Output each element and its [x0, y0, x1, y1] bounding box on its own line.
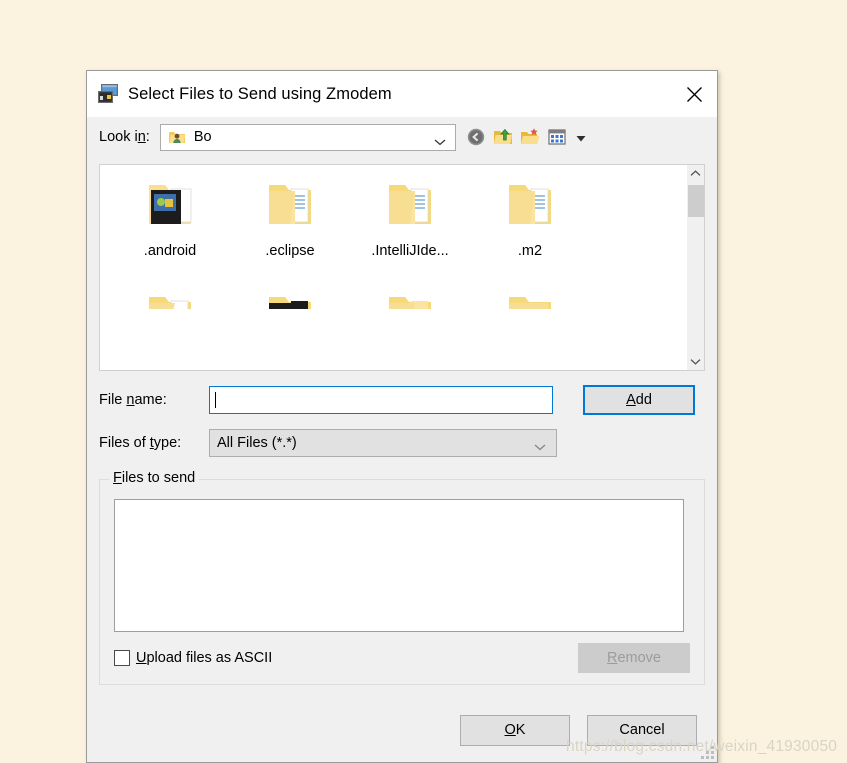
caret-down-icon[interactable]	[575, 131, 587, 143]
add-button[interactable]: Add	[583, 385, 695, 415]
list-item[interactable]: .m2	[470, 171, 590, 259]
files-to-send-listbox[interactable]	[114, 499, 684, 632]
file-list-scrollbar[interactable]	[686, 165, 704, 370]
close-icon[interactable]	[671, 71, 717, 117]
list-item[interactable]: .android	[110, 171, 230, 259]
dialog-footer: OK Cancel	[87, 698, 717, 762]
look-in-value: Bo	[193, 129, 212, 145]
list-item[interactable]	[350, 289, 470, 309]
files-to-send-actions: Upload files as ASCII Remove	[114, 643, 690, 673]
folder-icon	[350, 175, 470, 241]
file-name-row: File name: Add	[87, 385, 717, 415]
title-bar: Select Files to Send using Zmodem	[87, 71, 717, 117]
scrollbar-thumb[interactable]	[688, 185, 704, 217]
list-item[interactable]	[110, 289, 230, 309]
add-button-label-rest: dd	[635, 392, 652, 408]
upload-ascii-checkbox-row[interactable]: Upload files as ASCII	[114, 650, 272, 666]
upload-ascii-label: Upload files as ASCII	[136, 650, 273, 666]
folder-icon	[230, 175, 350, 241]
navigation-toolbar	[466, 127, 587, 147]
files-of-type-label: Files of type:	[99, 435, 182, 451]
views-grid-icon[interactable]	[547, 127, 567, 147]
list-item-label: .m2	[517, 243, 543, 259]
folder-icon	[470, 175, 590, 241]
resize-grip[interactable]	[701, 746, 714, 759]
chevron-up-icon[interactable]	[687, 165, 704, 182]
list-item-label: .IntelliJIde...	[371, 243, 449, 259]
file-row-2	[100, 289, 686, 309]
files-of-type-row: Files of type: All Files (*.*)	[87, 429, 717, 457]
file-row-1: .android .eclipse .IntelliJIde... .m2	[100, 171, 686, 259]
look-in-combobox[interactable]: Bo	[159, 123, 456, 151]
files-of-type-combobox[interactable]: All Files (*.*)	[209, 429, 557, 457]
list-item-label: .android	[143, 243, 197, 259]
folder-icon	[110, 293, 230, 309]
look-in-label: Look in:	[99, 129, 150, 145]
files-to-send-group: Files to send Upload files as ASCII Remo…	[99, 470, 705, 685]
chevron-down-icon[interactable]	[534, 439, 546, 451]
look-in-row: Look in: Bo	[87, 117, 717, 157]
upload-ascii-checkbox[interactable]	[114, 650, 130, 666]
remove-button[interactable]: Remove	[578, 643, 690, 673]
list-item[interactable]: .IntelliJIde...	[350, 171, 470, 259]
user-folder-icon	[168, 129, 186, 145]
text-caret	[215, 392, 216, 408]
list-item[interactable]	[470, 289, 590, 309]
new-folder-icon[interactable]	[520, 127, 540, 147]
file-browser-pane[interactable]: .android .eclipse .IntelliJIde... .m2	[99, 164, 705, 371]
file-name-input[interactable]	[209, 386, 553, 414]
back-arrow-icon[interactable]	[466, 127, 486, 147]
up-folder-icon[interactable]	[493, 127, 513, 147]
chevron-down-icon[interactable]	[434, 133, 446, 146]
file-grid: .android .eclipse .IntelliJIde... .m2	[100, 165, 686, 370]
chevron-down-icon[interactable]	[687, 353, 704, 370]
folder-dark-icon	[230, 293, 350, 309]
window-title: Select Files to Send using Zmodem	[128, 84, 392, 103]
files-of-type-value: All Files (*.*)	[217, 435, 297, 451]
file-name-label: File name:	[99, 392, 167, 408]
files-to-send-title: Files to send	[109, 470, 200, 486]
window-stack-icon	[97, 83, 119, 105]
ok-button[interactable]: OK	[460, 714, 570, 746]
list-item-label: .eclipse	[265, 243, 315, 259]
cancel-button[interactable]: Cancel	[587, 714, 697, 746]
list-item[interactable]	[230, 289, 350, 309]
file-dialog: Select Files to Send using Zmodem Look i…	[86, 70, 718, 763]
folder-android-icon	[110, 175, 230, 241]
list-item[interactable]: .eclipse	[230, 171, 350, 259]
folder-icon	[470, 293, 590, 309]
folder-icon	[350, 293, 470, 309]
